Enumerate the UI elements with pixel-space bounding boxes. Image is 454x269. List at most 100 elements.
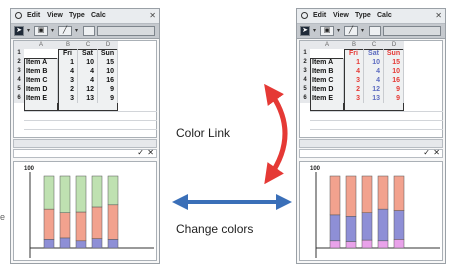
row-number[interactable]: 4 — [300, 76, 310, 85]
chevron-down-icon[interactable]: ▾ — [25, 26, 32, 36]
pointer-tool-icon[interactable]: ➤ — [300, 26, 310, 36]
cancel-icon[interactable]: ✕ — [433, 149, 440, 157]
row-number[interactable]: 1 — [14, 49, 24, 58]
header-cell[interactable]: Fri — [58, 49, 78, 58]
value-cell[interactable]: 3 — [58, 76, 78, 85]
value-cell[interactable]: 4 — [364, 76, 384, 85]
label-cell[interactable]: Item D — [310, 85, 344, 94]
value-cell[interactable]: 16 — [98, 76, 118, 85]
value-cell[interactable]: 15 — [98, 58, 118, 67]
label-cell[interactable]: Item B — [24, 67, 58, 76]
menu-type[interactable]: Type — [69, 9, 85, 23]
tool-button[interactable] — [369, 26, 381, 36]
row-number[interactable]: 5 — [300, 85, 310, 94]
value-cell[interactable]: 2 — [58, 85, 78, 94]
header-cell[interactable]: Fri — [344, 49, 364, 58]
value-cell[interactable]: 3 — [344, 76, 364, 85]
row-number[interactable]: 5 — [14, 85, 24, 94]
row-number[interactable]: 2 — [14, 58, 24, 67]
tool-field[interactable] — [383, 26, 441, 36]
row-number[interactable]: 3 — [14, 67, 24, 76]
col-header-d[interactable]: D — [98, 41, 118, 49]
chevron-down-icon[interactable]: ▾ — [359, 26, 366, 36]
value-cell[interactable]: 10 — [384, 67, 404, 76]
row-number[interactable]: 6 — [300, 94, 310, 103]
col-header-c[interactable]: C — [78, 41, 98, 49]
value-cell[interactable]: 9 — [98, 94, 118, 103]
menu-type[interactable]: Type — [355, 9, 371, 23]
value-cell[interactable]: 2 — [344, 85, 364, 94]
menu-calc[interactable]: Calc — [91, 9, 106, 23]
value-cell[interactable]: 13 — [364, 94, 384, 103]
header-cell[interactable]: Sun — [384, 49, 404, 58]
line-tool-icon[interactable]: ╱ — [344, 26, 358, 36]
value-cell[interactable]: 10 — [364, 58, 384, 67]
value-cell[interactable]: 3 — [58, 94, 78, 103]
value-cell[interactable]: 12 — [78, 85, 98, 94]
close-icon[interactable]: ✕ — [435, 9, 442, 23]
label-cell[interactable]: Item A — [310, 58, 344, 67]
tool-button[interactable] — [83, 26, 95, 36]
menu-calc[interactable]: Calc — [377, 9, 392, 23]
row-number[interactable]: 1 — [300, 49, 310, 58]
label-cell[interactable]: Item C — [310, 76, 344, 85]
label-cell[interactable]: Item E — [24, 94, 58, 103]
chart-tool-icon[interactable]: ▣ — [34, 26, 48, 36]
value-cell[interactable]: 3 — [344, 94, 364, 103]
col-header-a[interactable]: A — [24, 41, 58, 49]
cancel-icon[interactable]: ✕ — [147, 149, 154, 157]
check-icon[interactable]: ✓ — [137, 149, 144, 157]
col-header-b[interactable]: B — [58, 41, 78, 49]
chevron-down-icon[interactable]: ▾ — [335, 26, 342, 36]
value-cell[interactable]: 10 — [78, 58, 98, 67]
value-cell[interactable]: 12 — [364, 85, 384, 94]
value-cell[interactable]: 4 — [58, 67, 78, 76]
col-header-b[interactable]: B — [344, 41, 364, 49]
line-tool-icon[interactable]: ╱ — [58, 26, 72, 36]
menu-edit[interactable]: Edit — [27, 9, 40, 23]
header-cell[interactable]: Sun — [98, 49, 118, 58]
value-cell[interactable]: 4 — [78, 76, 98, 85]
col-header-d[interactable]: D — [384, 41, 404, 49]
close-icon[interactable]: ✕ — [149, 9, 156, 23]
menu-view[interactable]: View — [47, 9, 63, 23]
value-cell[interactable]: 9 — [384, 94, 404, 103]
menu-icon[interactable] — [301, 12, 308, 19]
menu-view[interactable]: View — [333, 9, 349, 23]
menu-edit[interactable]: Edit — [313, 9, 326, 23]
row-number[interactable]: 6 — [14, 94, 24, 103]
chevron-down-icon[interactable]: ▾ — [49, 26, 56, 36]
col-header-a[interactable]: A — [310, 41, 344, 49]
chevron-down-icon[interactable]: ▾ — [311, 26, 318, 36]
chevron-down-icon[interactable]: ▾ — [73, 26, 80, 36]
pointer-tool-icon[interactable]: ➤ — [14, 26, 24, 36]
value-cell[interactable]: 9 — [98, 85, 118, 94]
formula-input[interactable]: ✓ ✕ — [299, 149, 443, 158]
value-cell[interactable]: 13 — [78, 94, 98, 103]
row-number[interactable]: 2 — [300, 58, 310, 67]
value-cell[interactable]: 4 — [344, 67, 364, 76]
value-cell[interactable]: 16 — [384, 76, 404, 85]
value-cell[interactable]: 9 — [384, 85, 404, 94]
label-cell[interactable]: Item D — [24, 85, 58, 94]
value-cell[interactable]: 4 — [364, 67, 384, 76]
value-cell[interactable]: 10 — [98, 67, 118, 76]
label-cell[interactable]: Item E — [310, 94, 344, 103]
row-number[interactable]: 3 — [300, 67, 310, 76]
tool-field[interactable] — [97, 26, 155, 36]
formula-input[interactable]: ✓ ✕ — [13, 149, 157, 158]
value-cell[interactable]: 4 — [78, 67, 98, 76]
check-icon[interactable]: ✓ — [423, 149, 430, 157]
header-cell[interactable]: Sat — [78, 49, 98, 58]
label-cell[interactable]: Item B — [310, 67, 344, 76]
label-cell[interactable]: Item C — [24, 76, 58, 85]
header-cell[interactable]: Sat — [364, 49, 384, 58]
menu-icon[interactable] — [15, 12, 22, 19]
value-cell[interactable]: 1 — [344, 58, 364, 67]
col-header-c[interactable]: C — [364, 41, 384, 49]
label-cell[interactable]: Item A — [24, 58, 58, 67]
row-number[interactable]: 4 — [14, 76, 24, 85]
value-cell[interactable]: 1 — [58, 58, 78, 67]
chart-tool-icon[interactable]: ▣ — [320, 26, 334, 36]
value-cell[interactable]: 15 — [384, 58, 404, 67]
